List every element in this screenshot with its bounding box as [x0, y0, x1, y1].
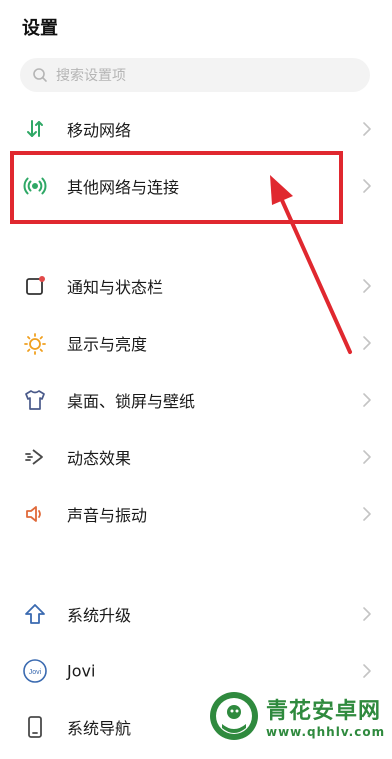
- jovi-icon: Jovi: [22, 658, 48, 684]
- animation-effect-icon: [22, 444, 48, 470]
- settings-item-label: 移动网络: [67, 121, 132, 140]
- notification-icon: [22, 273, 48, 299]
- settings-item-label: 显示与亮度: [67, 335, 148, 354]
- chevron-right-icon: [363, 507, 371, 521]
- settings-item-sound-vibration[interactable]: 声音与振动: [0, 486, 392, 542]
- settings-item-label: 系统升级: [67, 606, 132, 625]
- svg-text:Jovi: Jovi: [29, 669, 42, 676]
- page-title: 设置: [22, 18, 58, 39]
- wallpaper-shirt-icon: [22, 387, 48, 413]
- chevron-right-icon: [363, 393, 371, 407]
- phone-navigation-icon: [22, 714, 48, 740]
- chevron-right-icon: [363, 450, 371, 464]
- settings-item-label: Jovi: [67, 661, 96, 681]
- chevron-right-icon: [363, 122, 371, 136]
- chevron-right-icon: [363, 336, 371, 350]
- settings-item-label: 声音与振动: [67, 506, 148, 525]
- search-input[interactable]: 搜索设置项: [20, 58, 370, 92]
- settings-item-mobile-network[interactable]: 移动网络: [0, 101, 392, 157]
- settings-item-label: 桌面、锁屏与壁纸: [67, 392, 196, 411]
- search-icon: [33, 68, 47, 82]
- search-placeholder: 搜索设置项: [56, 68, 126, 84]
- mobile-data-icon: [22, 116, 48, 142]
- highlight-box: [10, 151, 343, 224]
- chevron-right-icon: [363, 279, 371, 293]
- chevron-right-icon: [363, 179, 371, 193]
- settings-item-notifications[interactable]: 通知与状态栏: [0, 258, 392, 314]
- chevron-right-icon: [363, 607, 371, 621]
- brightness-icon: [22, 330, 48, 356]
- chevron-right-icon: [363, 664, 371, 678]
- watermark: 青花安卓网 www.qhhlv.com: [208, 690, 385, 742]
- settings-item-label: 通知与状态栏: [67, 278, 164, 297]
- settings-item-desktop-wallpaper[interactable]: 桌面、锁屏与壁纸: [0, 372, 392, 428]
- speaker-icon: [22, 501, 48, 527]
- settings-item-dynamic-effects[interactable]: 动态效果: [0, 429, 392, 485]
- settings-item-display-brightness[interactable]: 显示与亮度: [0, 315, 392, 371]
- watermark-name: 青花安卓网: [266, 699, 382, 724]
- settings-item-label: 动态效果: [67, 449, 132, 468]
- upgrade-arrow-icon: [22, 601, 48, 627]
- settings-item-label: 系统导航: [67, 719, 132, 738]
- watermark-logo-icon: [210, 692, 258, 740]
- settings-item-system-upgrade[interactable]: 系统升级: [0, 586, 392, 642]
- watermark-url: www.qhhlv.com: [266, 725, 386, 739]
